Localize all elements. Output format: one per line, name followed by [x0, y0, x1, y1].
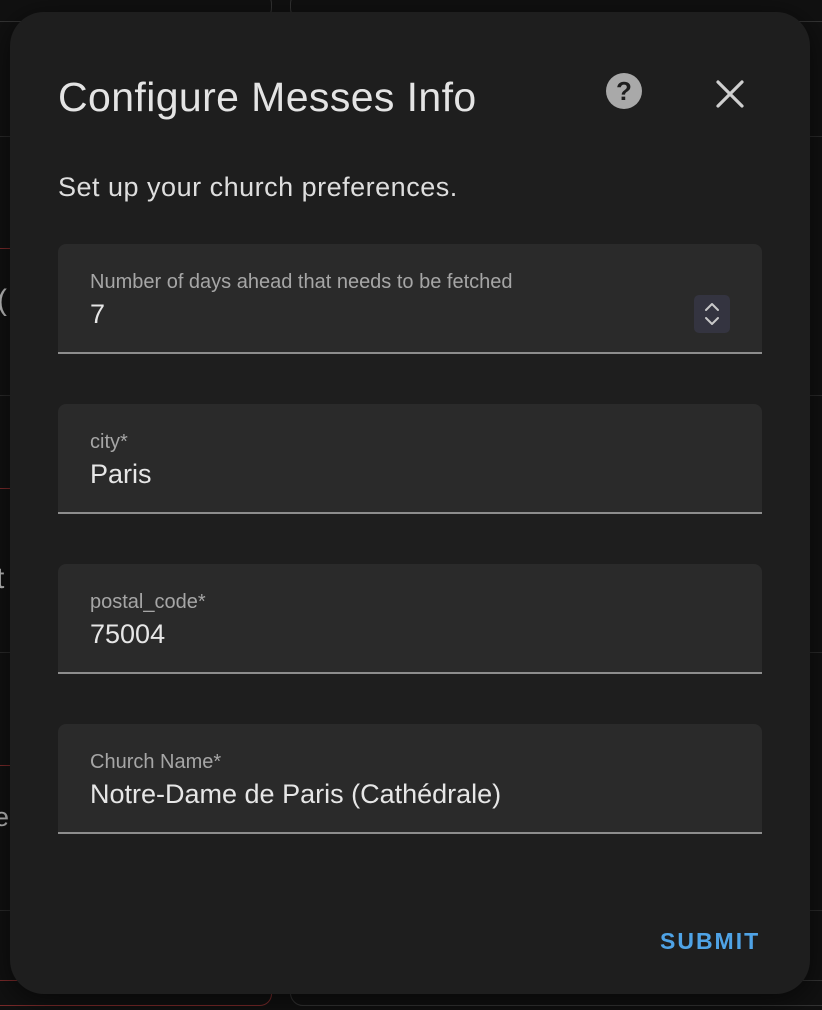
close-icon[interactable] [710, 74, 750, 114]
postal-code-input[interactable] [90, 619, 690, 650]
number-stepper[interactable] [694, 295, 730, 333]
postal-code-label: postal_code* [90, 591, 206, 613]
submit-button[interactable]: SUBMIT [660, 928, 760, 955]
chevron-up-down-icon [705, 303, 719, 325]
days-ahead-input[interactable] [90, 299, 690, 330]
help-circle-icon[interactable]: ? [606, 73, 642, 109]
background-divider [810, 136, 822, 137]
days-ahead-label: Number of days ahead that needs to be fe… [90, 271, 513, 293]
help-icon-glyph: ? [616, 76, 632, 106]
dialog-description: Set up your church preferences. [58, 172, 458, 202]
city-input[interactable] [90, 459, 690, 490]
background-divider [810, 910, 822, 911]
postal-code-field[interactable]: postal_code* [58, 564, 762, 674]
background-text-fragment: ( [0, 284, 7, 318]
church-name-input[interactable] [90, 779, 690, 810]
city-label: city* [90, 431, 128, 453]
background-text-fragment: t [0, 562, 5, 595]
dialog-title: Configure Messes Info [58, 74, 477, 120]
configure-dialog: Configure Messes Info ? Set up your chur… [10, 12, 810, 994]
city-field[interactable]: city* [58, 404, 762, 514]
church-name-field[interactable]: Church Name* [58, 724, 762, 834]
background-divider [810, 395, 822, 396]
church-name-label: Church Name* [90, 751, 222, 773]
background-divider [810, 652, 822, 653]
close-icon-svg [716, 80, 744, 108]
days-ahead-field[interactable]: Number of days ahead that needs to be fe… [58, 244, 762, 354]
